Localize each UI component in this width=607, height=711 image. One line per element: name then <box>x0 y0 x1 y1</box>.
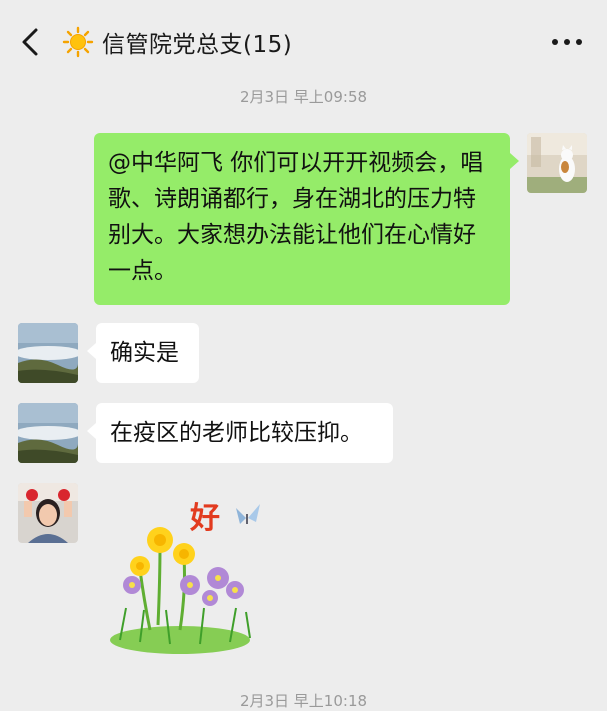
cat-avatar-image <box>527 133 587 193</box>
more-dots-icon[interactable] <box>549 30 585 54</box>
sticker-text: 好 <box>189 501 220 536</box>
bubble-tail <box>510 153 519 169</box>
timestamp: 2月3日 早上09:58 <box>239 88 368 106</box>
timestamp: 2月3日 早上10:18 <box>239 692 368 710</box>
message-bubble-received[interactable]: 在疫区的老师比较压抑。 <box>96 403 393 463</box>
mountain-avatar-image <box>18 323 78 383</box>
chat-title: 信管院党总支(15) <box>102 32 293 58</box>
woman-avatar-image <box>18 483 78 543</box>
bubble-tail <box>87 343 96 359</box>
avatar-other[interactable] <box>18 403 78 463</box>
avatar-other-2[interactable] <box>18 483 78 543</box>
bubble-tail <box>87 423 96 439</box>
flower-sticker[interactable]: 好 <box>100 490 280 660</box>
butterfly-icon <box>236 504 260 524</box>
message-bubble-sent[interactable]: @中华阿飞 你们可以开开视频会，唱歌、诗朗诵都行，身在湖北的压力特别大。大家想办… <box>94 133 510 305</box>
message-bubble-received[interactable]: 确实是 <box>96 323 199 383</box>
avatar-other[interactable] <box>18 323 78 383</box>
chevron-left-icon[interactable] <box>14 24 50 60</box>
mountain-avatar-image <box>18 403 78 463</box>
chat-header: 信管院党总支(15) <box>0 0 607 82</box>
chat-title-area: 信管院党总支(15) <box>62 22 292 62</box>
sun-icon <box>62 26 94 58</box>
avatar-self[interactable] <box>527 133 587 193</box>
